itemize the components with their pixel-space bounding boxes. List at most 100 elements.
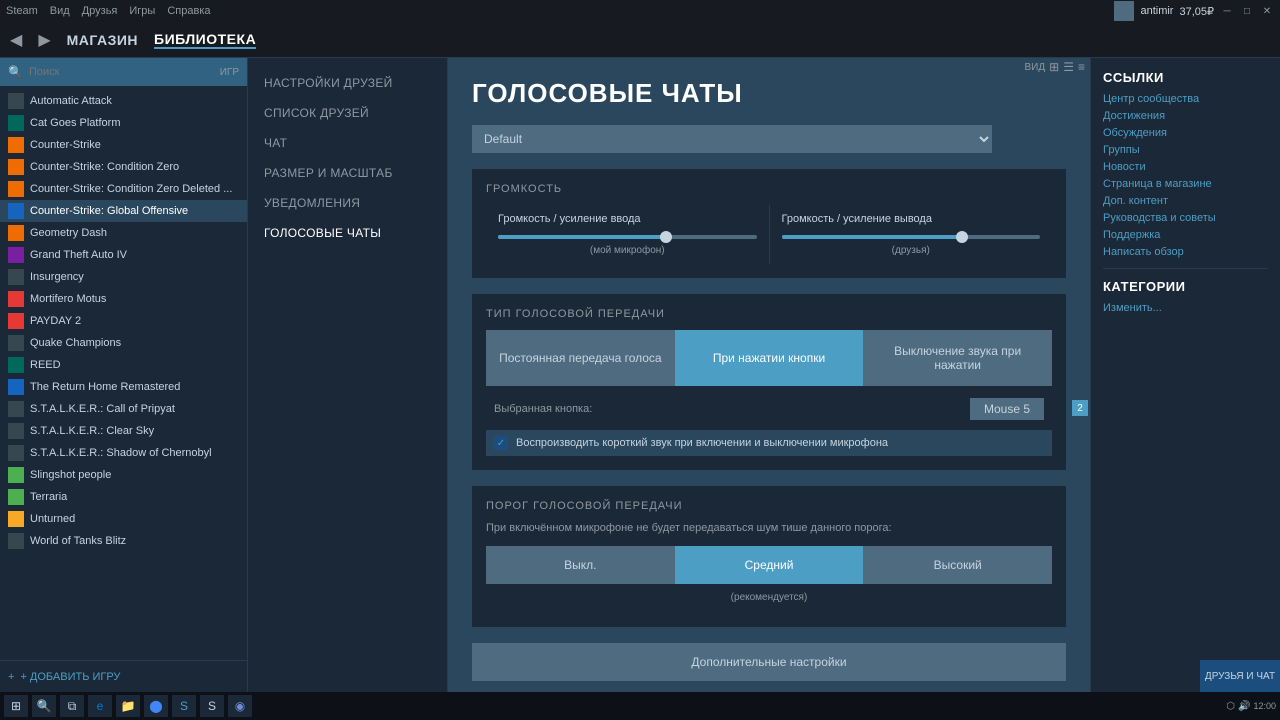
settings-nav-chat[interactable]: ЧАТ [248,128,447,158]
game-item[interactable]: Terraria [0,486,247,508]
settings-nav-voice[interactable]: ГОЛОСОВЫЕ ЧАТЫ [248,218,447,248]
link-achievements[interactable]: Достижения [1103,110,1268,122]
link-store[interactable]: Страница в магазине [1103,178,1268,190]
key-badge[interactable]: Mouse 5 [970,398,1044,420]
link-support[interactable]: Поддержка [1103,229,1268,241]
add-game-button[interactable]: + + ДОБАВИТЬ ИГРУ [0,660,247,692]
nav-library[interactable]: БИБЛИОТЕКА [154,31,256,49]
threshold-btn-high[interactable]: Высокий [863,546,1052,584]
input-volume-sub: (мой микрофон) [498,245,757,256]
start-button[interactable]: ⊞ [4,695,28,717]
settings-nav-friends-list[interactable]: СПИСОК ДРУЗЕЙ [248,98,447,128]
link-guides[interactable]: Руководства и советы [1103,212,1268,224]
edge-button[interactable]: e [88,695,112,717]
grid-view-icon[interactable]: ⊞ [1049,60,1059,74]
explorer-button[interactable]: 📁 [116,695,140,717]
game-item[interactable]: Slingshot people [0,464,247,486]
input-volume-slider[interactable] [498,235,757,239]
output-volume-label: Громкость / усиление вывода [782,213,1041,225]
search-input[interactable] [29,66,214,78]
game-item[interactable]: Cat Goes Platform [0,112,247,134]
threshold-desc: При включённом микрофоне не будет переда… [486,522,1052,534]
additional-settings-button[interactable]: Дополнительные настройки [472,643,1066,681]
link-news[interactable]: Новости [1103,161,1268,173]
game-thumb [8,159,24,175]
menu-help[interactable]: Справка [167,5,210,17]
threshold-buttons: Выкл. Средний Высокий [486,546,1052,584]
threshold-btn-off[interactable]: Выкл. [486,546,675,584]
game-item[interactable]: Insurgency [0,266,247,288]
threshold-btn-medium[interactable]: Средний [675,546,864,584]
game-item[interactable]: Unturned [0,508,247,530]
game-item[interactable]: Grand Theft Auto IV [0,244,247,266]
small-list-icon[interactable]: ≡ [1078,60,1085,74]
menu-games[interactable]: Игры [129,5,155,17]
scroll-indicator[interactable]: 2 [1072,400,1088,416]
game-item[interactable]: The Return Home Remastered [0,376,247,398]
settings-nav-friends[interactable]: НАСТРОЙКИ ДРУЗЕЙ [248,68,447,98]
game-item[interactable]: World of Tanks Blitz [0,530,247,552]
game-thumb [8,115,24,131]
steam-button[interactable]: S [200,695,224,717]
titlebar: Steam Вид Друзья Игры Справка antimir 37… [0,0,1280,22]
game-item[interactable]: Geometry Dash [0,222,247,244]
volume-columns: Громкость / усиление ввода (мой микрофон… [486,205,1052,264]
close-button[interactable]: ✕ [1260,4,1274,18]
link-discussions[interactable]: Обсуждения [1103,127,1268,139]
settings-nav-size[interactable]: РАЗМЕР И МАСШТАБ [248,158,447,188]
user-info: antimir 37,05₽ ─ □ ✕ [1114,1,1274,21]
list-view-icon[interactable]: ☰ [1063,60,1074,74]
menu-friends[interactable]: Друзья [82,5,118,17]
voice-btn-mute[interactable]: Выключение звука при нажатии [863,330,1052,386]
game-thumb [8,445,24,461]
friends-chat-button[interactable]: ДРУЗЬЯ И ЧАТ [1200,660,1280,692]
minimize-button[interactable]: ─ [1220,4,1234,18]
link-community[interactable]: Центр сообщества [1103,93,1268,105]
game-item[interactable]: S.T.A.L.K.E.R.: Shadow of Chernobyl [0,442,247,464]
voice-type-title: ТИП ГОЛОСОВОЙ ПЕРЕДАЧИ [486,308,1052,320]
game-item[interactable]: Quake Champions [0,332,247,354]
forward-arrow[interactable]: ▶ [38,30,50,50]
voice-btn-push[interactable]: При нажатии кнопки [675,330,864,386]
link-groups[interactable]: Группы [1103,144,1268,156]
main-layout: 🔍 ИГР Automatic Attack Cat Goes Platform… [0,58,1280,692]
game-item[interactable]: Counter-Strike [0,134,247,156]
game-item[interactable]: Mortifero Motus [0,288,247,310]
game-name: Cat Goes Platform [30,117,120,129]
link-dlc[interactable]: Доп. контент [1103,195,1268,207]
checkbox-row[interactable]: ✓ Воспроизводить короткий звук при включ… [486,430,1052,456]
voice-buttons: Постоянная передача голоса При нажатии к… [486,330,1052,386]
chrome-button[interactable]: ⬤ [144,695,168,717]
link-categories-change[interactable]: Изменить... [1103,302,1268,314]
game-item[interactable]: Automatic Attack [0,90,247,112]
slider-track [782,235,1041,239]
menu-view[interactable]: Вид [50,5,70,17]
game-name: S.T.A.L.K.E.R.: Call of Pripyat [30,403,175,415]
game-item[interactable]: Counter-Strike: Condition Zero [0,156,247,178]
discord-button[interactable]: ◉ [228,695,252,717]
task-view-button[interactable]: ⧉ [60,695,84,717]
link-review[interactable]: Написать обзор [1103,246,1268,258]
game-name: Terraria [30,491,67,503]
game-item-active[interactable]: Counter-Strike: Global Offensive [0,200,247,222]
output-volume-slider[interactable] [782,235,1041,239]
game-name: Unturned [30,513,75,525]
links-title: ССЫЛКИ [1103,70,1268,85]
input-volume-label: Громкость / усиление ввода [498,213,757,225]
game-item[interactable]: S.T.A.L.K.E.R.: Call of Pripyat [0,398,247,420]
game-item[interactable]: Counter-Strike: Condition Zero Deleted .… [0,178,247,200]
game-item[interactable]: S.T.A.L.K.E.R.: Clear Sky [0,420,247,442]
game-name: Quake Champions [30,337,121,349]
settings-nav-notifications[interactable]: УВЕДОМЛЕНИЯ [248,188,447,218]
voice-btn-continuous[interactable]: Постоянная передача голоса [486,330,675,386]
steam-blue-button[interactable]: S [172,695,196,717]
menu-steam[interactable]: Steam [6,5,38,17]
selected-key-label: Выбранная кнопка: [494,403,592,415]
device-dropdown[interactable]: Default [472,125,992,153]
search-taskbar-button[interactable]: 🔍 [32,695,56,717]
game-item[interactable]: REED [0,354,247,376]
maximize-button[interactable]: □ [1240,4,1254,18]
game-item[interactable]: PAYDAY 2 [0,310,247,332]
back-arrow[interactable]: ◀ [10,30,22,50]
nav-store[interactable]: МАГАЗИН [67,32,138,48]
